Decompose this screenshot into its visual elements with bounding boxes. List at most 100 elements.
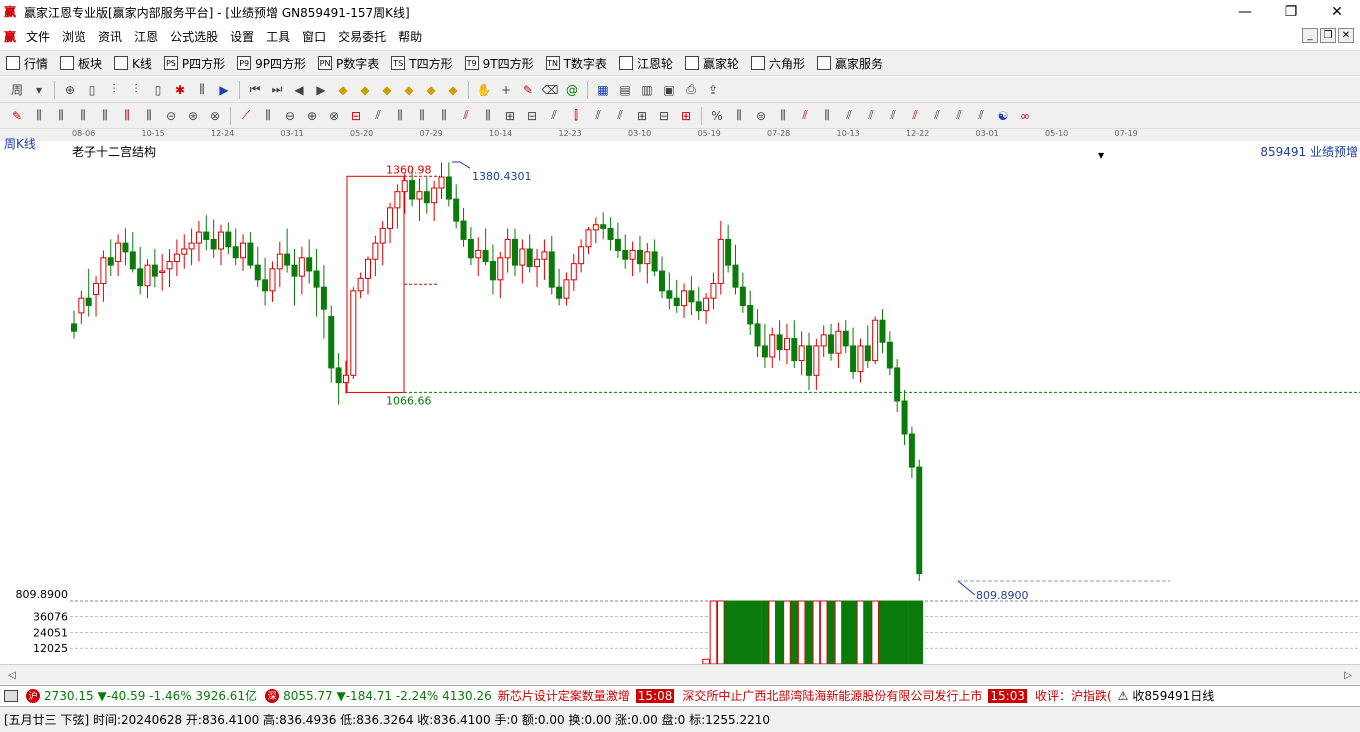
ticker-settings-icon[interactable] <box>4 689 18 702</box>
gann-tool-29-icon[interactable]: ⊞ <box>631 106 653 126</box>
chart-type-icon[interactable]: ⫶ <box>103 80 125 100</box>
gann-tool-33-icon[interactable]: ⫼ <box>728 106 750 126</box>
first-icon[interactable]: ⏮ <box>244 80 266 100</box>
formula-icon[interactable]: ✱ <box>169 80 191 100</box>
diamond3-icon[interactable]: ◆ <box>376 80 398 100</box>
gann-tool-10-icon[interactable]: ⊗ <box>204 106 226 126</box>
menu-tools[interactable]: 工具 <box>260 28 296 45</box>
toolbar-hexagon-button[interactable]: 六角形 <box>745 55 811 72</box>
news-headline[interactable]: 新芯片设计定案数量激增 <box>498 687 630 704</box>
gann-tool-45-icon[interactable]: ☯ <box>992 106 1014 126</box>
diamond6-icon[interactable]: ◆ <box>442 80 464 100</box>
toolbar-wheel2-button[interactable]: 赢家轮 <box>679 55 745 72</box>
maximize-button[interactable]: ❐ <box>1268 0 1314 24</box>
scroll-right-icon[interactable]: ▷ <box>1336 667 1360 683</box>
toolbar-kline-button[interactable]: K线 <box>108 55 158 72</box>
gann-tool-25-icon[interactable]: ⫽ <box>543 106 565 126</box>
gann-tool-44-icon[interactable]: ⫽ <box>970 106 992 126</box>
mdi-restore-button[interactable]: ❐ <box>1320 28 1336 43</box>
gann-tool-28-icon[interactable]: ⫽ <box>609 106 631 126</box>
minimize-button[interactable]: — <box>1222 0 1268 24</box>
gann-tool-40-icon[interactable]: ⫽ <box>882 106 904 126</box>
menu-file[interactable]: 文件 <box>20 28 56 45</box>
toolbar-dollar-button[interactable]: 赢家服务 <box>811 55 889 72</box>
chart-type2-icon[interactable]: ⫶ <box>125 80 147 100</box>
cursor-icon[interactable]: ▯ <box>147 80 169 100</box>
gann-tool-14-icon[interactable]: ⊕ <box>301 106 323 126</box>
gann-tool-11-icon[interactable]: ⟋ <box>235 106 257 126</box>
gann-tool-41-icon[interactable]: ⫽ <box>904 106 926 126</box>
prev-icon[interactable]: ◀ <box>288 80 310 100</box>
gann-tool-13-icon[interactable]: ⊖ <box>279 106 301 126</box>
mdi-close-button[interactable]: ✕ <box>1338 28 1354 43</box>
menu-browse[interactable]: 浏览 <box>56 28 92 45</box>
gann-tool-5-icon[interactable]: ⫼ <box>94 106 116 126</box>
zoom-in-icon[interactable]: ⊕ <box>59 80 81 100</box>
gann-tool-26-icon[interactable]: ⫿ <box>565 106 587 126</box>
gann-tool-42-icon[interactable]: ⫽ <box>926 106 948 126</box>
diamond1-icon[interactable]: ◆ <box>332 80 354 100</box>
dropdown-icon[interactable]: ▾ <box>28 80 50 100</box>
toolbar-ps-button[interactable]: PS P四方形 <box>158 55 231 72</box>
last-icon[interactable]: ⏭ <box>266 80 288 100</box>
study-dropdown-icon[interactable]: ▼ <box>1098 151 1104 160</box>
next-icon[interactable]: ▶ <box>310 80 332 100</box>
pen-icon[interactable]: ✎ <box>517 80 539 100</box>
toolbar-wheel-button[interactable]: 江恩轮 <box>613 55 679 72</box>
gann-tool-23-icon[interactable]: ⊞ <box>499 106 521 126</box>
gann-tool-3-icon[interactable]: ⫼ <box>50 106 72 126</box>
news-headline[interactable]: 收评：沪指跌( <box>1035 687 1112 704</box>
gann-tool-15-icon[interactable]: ⊗ <box>323 106 345 126</box>
bars-icon[interactable]: ⫼ <box>191 80 213 100</box>
gann-tool-19-icon[interactable]: ⫼ <box>411 106 433 126</box>
spiral-icon[interactable]: @ <box>561 80 583 100</box>
gann-tool-12-icon[interactable]: ⫼ <box>257 106 279 126</box>
sh-index-quote[interactable]: 2730.15 ▼-40.59 -1.46% 3926.61亿 <box>44 687 257 704</box>
period-select-icon[interactable]: 周 <box>6 80 28 100</box>
kline-chart[interactable]: 1360.98 1066.66 1380.4301 809.8900 36076 2405… <box>0 129 1360 669</box>
save-icon[interactable]: ▣ <box>658 80 680 100</box>
export-icon[interactable]: ⇪ <box>702 80 724 100</box>
toolbar-blocks-button[interactable]: 板块 <box>54 55 108 72</box>
gann-tool-20-icon[interactable]: ⫼ <box>433 106 455 126</box>
close-button[interactable]: ✕ <box>1314 0 1360 24</box>
gann-tool-16-icon[interactable]: ⊟ <box>345 106 367 126</box>
gann-tool-27-icon[interactable]: ⫽ <box>587 106 609 126</box>
gann-tool-24-icon[interactable]: ⊟ <box>521 106 543 126</box>
gann-tool-38-icon[interactable]: ⫽ <box>838 106 860 126</box>
menu-trade[interactable]: 交易委托 <box>332 28 392 45</box>
gann-tool-36-icon[interactable]: ⫽ <box>794 106 816 126</box>
flag-icon[interactable]: ▶ <box>213 80 235 100</box>
gann-tool-32-icon[interactable]: % <box>706 106 728 126</box>
gann-tool-37-icon[interactable]: ⫼ <box>816 106 838 126</box>
menu-info[interactable]: 资讯 <box>92 28 128 45</box>
gann-tool-34-icon[interactable]: ⊜ <box>750 106 772 126</box>
menu-help[interactable]: 帮助 <box>392 28 428 45</box>
chart-area[interactable]: 08-06 10-15 12-24 03-11 05-20 07-29 10-14 12-23… <box>0 129 1360 684</box>
menu-window[interactable]: 窗口 <box>296 28 332 45</box>
gann-tool-39-icon[interactable]: ⫽ <box>860 106 882 126</box>
toolbar-grid-button[interactable]: 行情 <box>0 55 54 72</box>
period-label[interactable]: 周K线 <box>4 135 36 152</box>
copy-icon[interactable]: ▯ <box>81 80 103 100</box>
scroll-left-icon[interactable]: ◁ <box>0 667 24 683</box>
document-icon[interactable]: ▥ <box>636 80 658 100</box>
toolbar-p9-button[interactable]: P9 9P四方形 <box>231 55 312 72</box>
gann-tool-21-icon[interactable]: ⫽ <box>455 106 477 126</box>
eraser-icon[interactable]: ⌫ <box>539 80 561 100</box>
print-icon[interactable]: ⎙ <box>680 80 702 100</box>
diamond4-icon[interactable]: ◆ <box>398 80 420 100</box>
calculator-icon[interactable]: ▤ <box>614 80 636 100</box>
hand-icon[interactable]: ✋ <box>473 80 495 100</box>
news-headline[interactable]: 深交所中止广西北部湾陆海新能源股份有限公司发行上市 <box>682 687 982 704</box>
gann-tool-18-icon[interactable]: ⫼ <box>389 106 411 126</box>
sz-index-quote[interactable]: 8055.77 ▼-184.71 -2.24% 4130.26 <box>283 689 492 703</box>
menu-formula[interactable]: 公式选股 <box>164 28 224 45</box>
mdi-minimize-button[interactable]: _ <box>1302 28 1318 43</box>
toolbar-tn-button[interactable]: TN T数字表 <box>540 55 613 72</box>
gann-tool-31-icon[interactable]: ⊞ <box>675 106 697 126</box>
calendar-icon[interactable]: ▦ <box>592 80 614 100</box>
menu-logo-icon[interactable]: 赢 <box>4 28 16 45</box>
gann-tool-22-icon[interactable]: ⫼ <box>477 106 499 126</box>
diamond5-icon[interactable]: ◆ <box>420 80 442 100</box>
